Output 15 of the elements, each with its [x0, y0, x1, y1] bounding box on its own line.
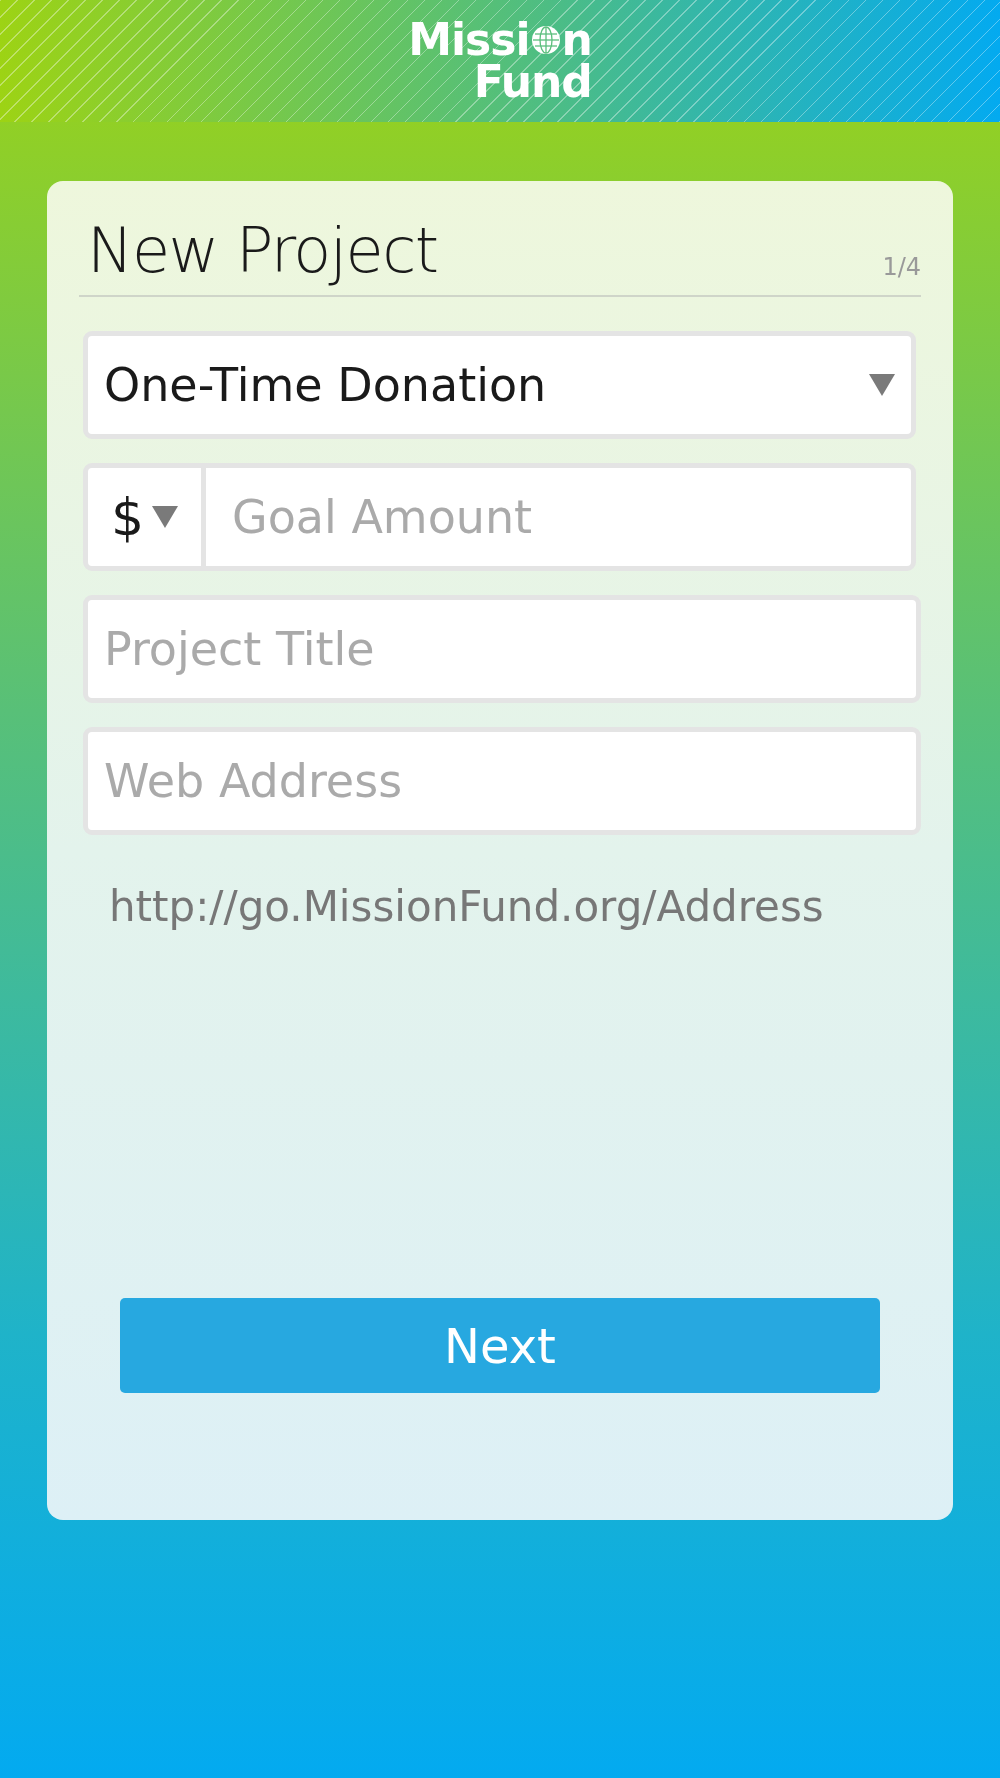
web-address-field[interactable]: Web Address [83, 727, 921, 836]
step-counter: 1/4 [882, 252, 921, 284]
currency-dropdown[interactable]: $ [88, 468, 206, 567]
globe-icon [530, 25, 561, 56]
project-type-dropdown[interactable]: One-Time Donation [83, 331, 916, 440]
page-title: New Project [87, 217, 438, 286]
logo-text: Fund [473, 61, 592, 103]
dropdown-caret-icon [152, 506, 179, 529]
logo-text: Missi [408, 19, 530, 61]
url-preview: http://go.MissionFund.org/Address [109, 882, 824, 932]
amount-field[interactable]: $ Goal Amount [83, 463, 916, 572]
goal-amount-field[interactable]: Goal Amount [206, 468, 911, 567]
project-title-field[interactable]: Project Title [83, 595, 921, 704]
dropdown-caret-icon [869, 374, 895, 397]
logo-text: n [561, 19, 592, 61]
